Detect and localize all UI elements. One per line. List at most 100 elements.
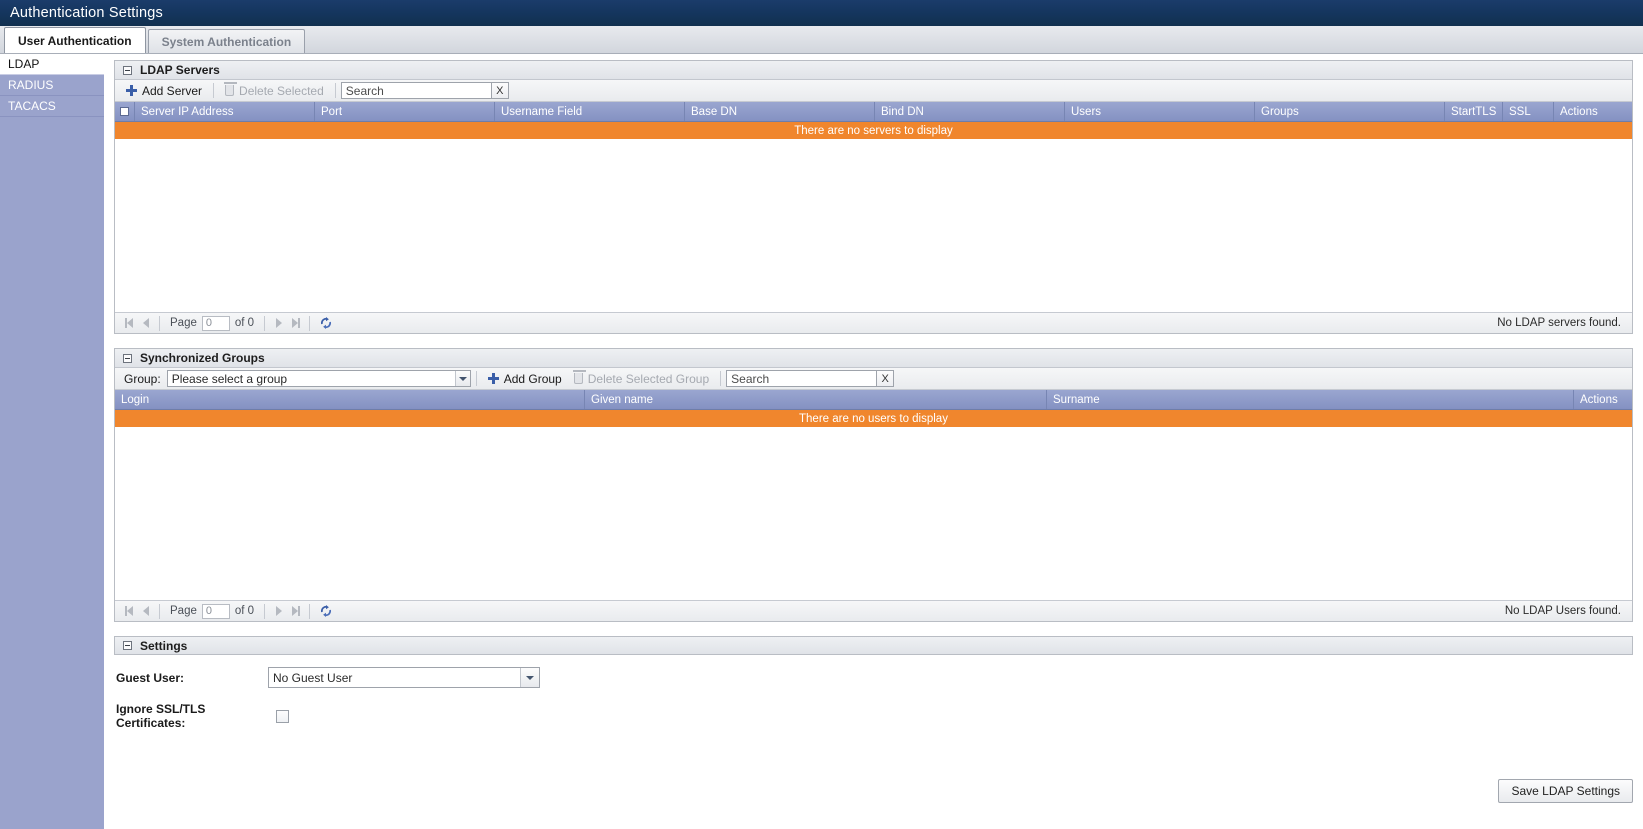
- column-label: Actions: [1580, 393, 1618, 406]
- last-page-icon: [297, 606, 300, 616]
- save-bar: Save LDAP Settings: [1498, 779, 1633, 803]
- column-header-users[interactable]: Users: [1065, 102, 1255, 121]
- page-body: LDAP RADIUS TACACS LDAP Servers Add Serv…: [0, 54, 1643, 829]
- pager-divider: [159, 603, 160, 619]
- groups-search-wrap: X: [726, 370, 895, 387]
- ldap-servers-status-text: No LDAP servers found.: [1497, 317, 1621, 329]
- settings-panel: Settings Guest User: No Guest User Ignor…: [114, 636, 1633, 754]
- next-page-button[interactable]: [270, 603, 287, 620]
- plus-icon: [487, 373, 499, 384]
- add-server-label: Add Server: [142, 83, 203, 98]
- collapse-icon[interactable]: [123, 65, 132, 75]
- groups-search-input[interactable]: [726, 370, 878, 387]
- empty-message-label: There are no users to display: [799, 412, 948, 425]
- guest-user-row: Guest User: No Guest User: [114, 667, 1633, 688]
- column-header-port[interactable]: Port: [315, 102, 495, 121]
- column-header-bind-dn[interactable]: Bind DN: [875, 102, 1065, 121]
- group-select-dropdown[interactable]: Please select a group: [166, 370, 471, 387]
- column-header-given-name[interactable]: Given name: [585, 390, 1047, 409]
- group-select-value: Please select a group: [171, 371, 288, 386]
- delete-selected-group-button[interactable]: Delete Selected Group: [568, 370, 715, 388]
- column-header-actions[interactable]: Actions: [1574, 390, 1632, 409]
- pager-divider: [159, 315, 160, 331]
- next-page-icon: [275, 606, 282, 616]
- column-header-actions[interactable]: Actions: [1554, 102, 1632, 121]
- ldap-search-wrap: X: [340, 82, 509, 99]
- delete-selected-button[interactable]: Delete Selected: [219, 82, 330, 100]
- synchronized-groups-panel: Synchronized Groups Group: Please select…: [114, 348, 1633, 622]
- refresh-icon[interactable]: [319, 316, 333, 330]
- page-total-label: of 0: [234, 317, 255, 329]
- last-page-button[interactable]: [287, 603, 304, 620]
- column-label: SSL: [1509, 105, 1531, 118]
- next-page-button[interactable]: [270, 315, 287, 332]
- column-header-base-dn[interactable]: Base DN: [685, 102, 875, 121]
- column-label: Username Field: [501, 105, 583, 118]
- ignore-ssl-checkbox[interactable]: [276, 709, 289, 723]
- collapse-icon[interactable]: [123, 641, 132, 650]
- guest-user-dropdown[interactable]: No Guest User: [268, 667, 540, 688]
- guest-user-value: No Guest User: [273, 670, 353, 685]
- toolbar-divider: [475, 371, 477, 386]
- add-group-button[interactable]: Add Group: [482, 370, 568, 388]
- ignore-ssl-row: Ignore SSL/TLS Certificates:: [114, 702, 1633, 730]
- close-icon: X: [881, 372, 889, 385]
- column-header-server-ip-address[interactable]: Server IP Address: [135, 102, 315, 121]
- trash-icon: [224, 82, 238, 96]
- page-number-input[interactable]: [201, 315, 230, 331]
- column-label: StartTLS: [1451, 105, 1497, 118]
- tab-system-authentication-label: System Authentication: [161, 34, 292, 49]
- synchronized-groups-grid-header: Login Given name Surname Actions: [115, 390, 1632, 410]
- sidebar-item-tacacs[interactable]: TACACS: [0, 96, 104, 117]
- window-title-bar: Authentication Settings: [0, 0, 1643, 26]
- column-header-groups[interactable]: Groups: [1255, 102, 1445, 121]
- tab-user-authentication[interactable]: User Authentication: [4, 27, 146, 53]
- page-total-label: of 0: [234, 605, 255, 617]
- tab-user-authentication-label: User Authentication: [18, 33, 132, 48]
- refresh-icon[interactable]: [319, 604, 333, 618]
- close-icon: X: [496, 84, 504, 97]
- column-header-username-field[interactable]: Username Field: [495, 102, 685, 121]
- chevron-down-icon[interactable]: [454, 371, 470, 386]
- select-all-checkbox[interactable]: [120, 107, 129, 116]
- ldap-servers-empty-message: There are no servers to display: [115, 122, 1632, 139]
- sidebar-item-radius-label: RADIUS: [8, 78, 54, 92]
- save-ldap-settings-button[interactable]: Save LDAP Settings: [1498, 779, 1633, 803]
- ldap-search-clear-button[interactable]: X: [491, 82, 509, 99]
- first-page-button[interactable]: [120, 315, 137, 332]
- column-label: Given name: [591, 393, 654, 406]
- column-header-login[interactable]: Login: [115, 390, 585, 409]
- last-page-button[interactable]: [287, 315, 304, 332]
- pager-divider: [309, 315, 311, 331]
- toolbar-divider: [213, 83, 215, 98]
- column-label: Bind DN: [881, 105, 924, 118]
- guest-user-label: Guest User:: [116, 670, 185, 685]
- tab-system-authentication[interactable]: System Authentication: [147, 29, 306, 53]
- previous-page-button[interactable]: [137, 315, 154, 332]
- page-title: Authentication Settings: [10, 5, 163, 21]
- plus-icon: [126, 85, 137, 96]
- chevron-down-icon[interactable]: [520, 668, 539, 687]
- ldap-search-input[interactable]: [340, 82, 492, 99]
- first-page-button[interactable]: [120, 603, 137, 620]
- page-label: Page: [170, 605, 197, 617]
- pager-divider: [264, 603, 266, 619]
- synchronized-groups-toolbar: Group: Please select a group Add Group D…: [115, 368, 1632, 390]
- add-group-label: Add Group: [503, 371, 562, 386]
- next-page-icon: [275, 318, 282, 328]
- column-header-surname[interactable]: Surname: [1047, 390, 1574, 409]
- groups-search-clear-button[interactable]: X: [877, 370, 895, 387]
- ldap-servers-panel-title: LDAP Servers: [140, 63, 220, 77]
- column-label: Base DN: [691, 105, 738, 118]
- ldap-servers-grid-header: Server IP Address Port Username Field Ba…: [115, 102, 1632, 122]
- sidebar-item-radius[interactable]: RADIUS: [0, 75, 104, 96]
- column-header-ssl[interactable]: SSL: [1503, 102, 1554, 121]
- previous-page-button[interactable]: [137, 603, 154, 620]
- add-server-button[interactable]: Add Server: [120, 82, 208, 100]
- page-label: Page: [170, 317, 197, 329]
- collapse-icon[interactable]: [123, 353, 132, 363]
- column-header-starttls[interactable]: StartTLS: [1445, 102, 1503, 121]
- sidebar-item-ldap[interactable]: LDAP: [0, 54, 104, 75]
- synchronized-groups-grid-body: [115, 427, 1632, 600]
- page-number-input[interactable]: [201, 603, 230, 619]
